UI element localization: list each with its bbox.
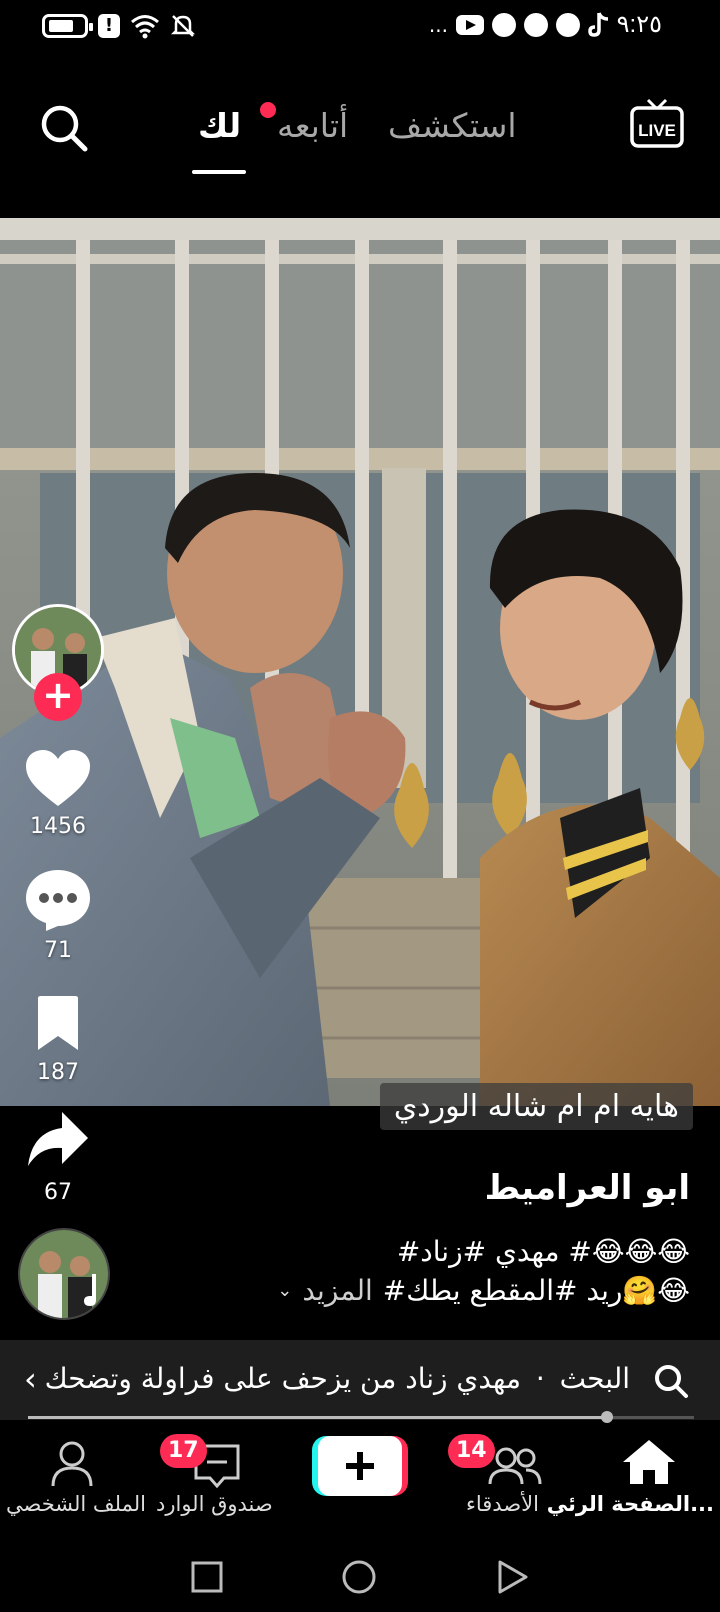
svg-text:LIVE: LIVE <box>638 121 676 140</box>
bottom-navigation: الصفحة الرئي... 14 الأصدقاء 17 صندوق الو… <box>0 1424 720 1544</box>
home-circle-icon[interactable] <box>340 1558 378 1596</box>
nav-inbox-label: صندوق الوارد <box>156 1492 273 1516</box>
comment-button[interactable]: 71 <box>0 868 116 968</box>
youtube-icon <box>456 15 484 35</box>
nav-home[interactable]: الصفحة الرئي... <box>547 1424 720 1544</box>
tiktok-icon <box>588 12 609 37</box>
friends-icon <box>488 1447 542 1485</box>
system-navigation <box>0 1544 720 1612</box>
comment-count: 71 <box>44 938 72 963</box>
back-icon[interactable] <box>494 1558 530 1596</box>
search-suggestion-text[interactable]: البحث · مهدي زناد من يزحف على فراولة وتض… <box>45 1362 630 1395</box>
save-count: 187 <box>37 1060 79 1085</box>
music-disc[interactable] <box>18 1228 110 1320</box>
alert-icon: ! <box>98 14 120 38</box>
like-count: 1456 <box>30 814 86 839</box>
search-query: مهدي زناد من يزحف على فراولة وتضحك <box>44 1362 521 1395</box>
heart-icon <box>26 750 90 806</box>
create-button[interactable] <box>312 1436 408 1496</box>
tab-explore[interactable]: استكشف <box>388 106 517 145</box>
description-line-2[interactable]: ⌄ المزيد #ريد #المقطع يطك🤗😂 <box>277 1274 690 1307</box>
search-icon <box>41 105 88 152</box>
comment-icon <box>26 870 90 931</box>
messenger-icon <box>524 13 548 37</box>
friends-badge: 14 <box>448 1434 495 1468</box>
profile-icon <box>51 1441 93 1487</box>
messenger-icon <box>556 13 580 37</box>
share-icon <box>28 1112 88 1166</box>
like-button[interactable]: 1456 <box>0 748 116 848</box>
nav-inbox[interactable]: 17 صندوق الوارد <box>150 1424 290 1544</box>
nav-profile-label: الملف الشخصي <box>6 1492 146 1516</box>
notification-dot <box>260 102 276 118</box>
search-prefix: البحث <box>559 1362 630 1395</box>
top-navigation: LIVE استكشف أتابعه لك <box>0 90 720 180</box>
bell-off-icon <box>170 15 196 37</box>
video-text-overlay: هايه ام ام شاله الوردي <box>379 1083 693 1130</box>
plus-icon <box>346 1452 374 1480</box>
video-frame <box>0 218 720 1106</box>
nav-home-label: الصفحة الرئي... <box>546 1492 714 1516</box>
video-progress-handle[interactable] <box>601 1411 614 1423</box>
status-bar: ! ... ٩:٢٥ <box>0 0 720 52</box>
live-button[interactable]: LIVE <box>630 98 684 150</box>
share-count: 67 <box>44 1180 72 1205</box>
battery-icon <box>42 14 93 38</box>
expand-chevron-icon[interactable]: ⌄ <box>277 1280 292 1301</box>
video-progress-bar[interactable] <box>28 1416 694 1419</box>
chevron-left-icon[interactable]: ‹ <box>24 1360 37 1398</box>
video-progress-fill <box>28 1416 608 1419</box>
status-right-icons: ... <box>429 12 610 38</box>
recent-apps-icon[interactable] <box>190 1560 224 1594</box>
description-line-2-text: #ريد #المقطع يطك🤗😂 <box>382 1274 690 1307</box>
video-player[interactable] <box>0 218 720 1106</box>
search-icon <box>655 1365 688 1398</box>
nav-friends[interactable]: 14 الأصدقاء <box>440 1424 570 1544</box>
nav-friends-label: الأصدقاء <box>466 1492 539 1516</box>
active-tab-indicator <box>192 170 246 174</box>
clock: ٩:٢٥ <box>616 11 662 38</box>
bookmark-icon <box>38 996 78 1050</box>
username[interactable]: ابو العراميط <box>485 1168 690 1208</box>
wifi-icon <box>131 15 159 39</box>
share-button[interactable]: 67 <box>0 1110 116 1210</box>
messenger-icon <box>492 13 516 37</box>
tab-following[interactable]: أتابعه <box>277 106 348 145</box>
description-line-1[interactable]: #مهدي #زناد #😂😂😂 <box>397 1235 690 1268</box>
tab-for-you[interactable]: لك <box>198 106 241 145</box>
search-separator: · <box>535 1362 545 1395</box>
follow-button[interactable]: + <box>34 673 82 721</box>
live-icon: LIVE <box>630 98 684 148</box>
save-button[interactable]: 187 <box>0 992 116 1092</box>
search-button[interactable] <box>38 102 90 154</box>
more-notifications-icon: ... <box>428 13 448 37</box>
inbox-badge: 17 <box>160 1434 207 1468</box>
more-button[interactable]: المزيد <box>302 1274 372 1307</box>
nav-profile[interactable]: الملف الشخصي <box>0 1424 146 1544</box>
home-icon <box>623 1440 675 1484</box>
search-suggestion-bar[interactable]: ‹ البحث · مهدي زناد من يزحف على فراولة و… <box>0 1340 720 1420</box>
status-left-icons: ! <box>42 13 196 39</box>
